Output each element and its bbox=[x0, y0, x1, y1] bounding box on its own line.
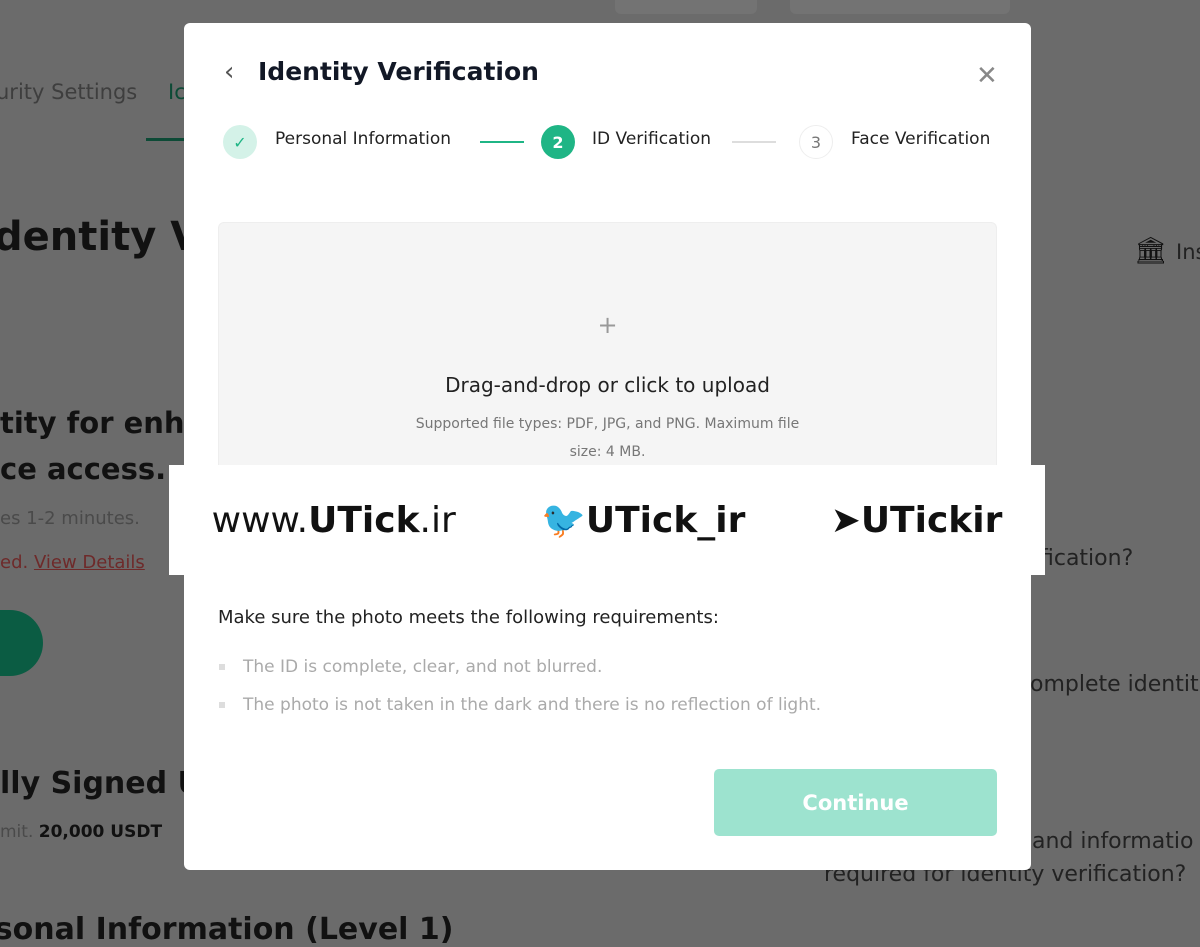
tab-security-settings[interactable]: urity Settings bbox=[0, 80, 137, 104]
institution-link[interactable]: Ins bbox=[1176, 240, 1200, 264]
faq-item[interactable]: fication? bbox=[1040, 546, 1133, 571]
requirements-title: Make sure the photo meets the following … bbox=[218, 607, 719, 628]
tab-underline bbox=[146, 138, 186, 141]
step-done-check-icon: ✓ bbox=[223, 125, 257, 159]
view-details-link[interactable]: View Details bbox=[34, 552, 145, 573]
step-personal-information: Personal Information bbox=[275, 129, 452, 149]
watermark-banner: www.UTick.ir 🐦UTick_ir ➤UTickir bbox=[169, 465, 1045, 575]
step-number-pending: 3 bbox=[799, 125, 833, 159]
step-number-active: 2 bbox=[541, 125, 575, 159]
top-bar-search bbox=[790, 0, 1010, 14]
bank-icon: 🏛 bbox=[1134, 236, 1168, 266]
faq-item[interactable]: and informatio bbox=[1032, 829, 1193, 854]
requirement-item: The photo is not taken in the dark and t… bbox=[219, 695, 821, 715]
modal-title: Identity Verification bbox=[258, 57, 539, 86]
close-icon[interactable]: ✕ bbox=[976, 61, 998, 91]
watermark-site: www.UTick.ir bbox=[211, 499, 456, 541]
step-face-verification: Face Verification bbox=[851, 129, 991, 149]
identity-verification-modal: ‹ Identity Verification ✕ ✓ Personal Inf… bbox=[184, 23, 1031, 870]
continue-button[interactable]: Continue bbox=[714, 769, 997, 836]
limit-row: mit. 20,000 USDT bbox=[0, 822, 162, 842]
subheading: ce access. bbox=[0, 452, 167, 486]
watermark-telegram: ➤UTickir bbox=[830, 499, 1003, 541]
faq-item[interactable]: omplete identit bbox=[1030, 672, 1199, 697]
requirement-item: The ID is complete, clear, and not blurr… bbox=[219, 657, 602, 677]
watermark-twitter: 🐦UTick_ir bbox=[541, 500, 746, 541]
status-prefix: ed. bbox=[0, 552, 29, 573]
verify-button[interactable] bbox=[0, 610, 43, 676]
limit-value: 20,000 USDT bbox=[38, 822, 163, 842]
step-id-verification: ID Verification bbox=[592, 129, 712, 149]
top-bar-button bbox=[615, 0, 757, 14]
back-icon[interactable]: ‹ bbox=[224, 57, 234, 87]
limit-label: mit. bbox=[0, 822, 34, 842]
upload-title: Drag-and-drop or click to upload bbox=[445, 373, 770, 397]
time-note: es 1-2 minutes. bbox=[0, 508, 140, 529]
status-text: ed. View Details bbox=[0, 552, 145, 573]
upload-hint: Supported file types: PDF, JPG, and PNG.… bbox=[415, 416, 800, 432]
plus-icon: + bbox=[597, 311, 618, 339]
upload-hint: size: 4 MB. bbox=[569, 444, 646, 460]
step-connector bbox=[732, 141, 776, 143]
telegram-icon: ➤ bbox=[830, 499, 861, 541]
subheading: tity for enha bbox=[0, 406, 205, 440]
upload-dropzone[interactable]: + Drag-and-drop or click to upload Suppo… bbox=[218, 222, 997, 472]
twitter-icon: 🐦 bbox=[541, 500, 586, 541]
step-connector bbox=[480, 141, 524, 143]
